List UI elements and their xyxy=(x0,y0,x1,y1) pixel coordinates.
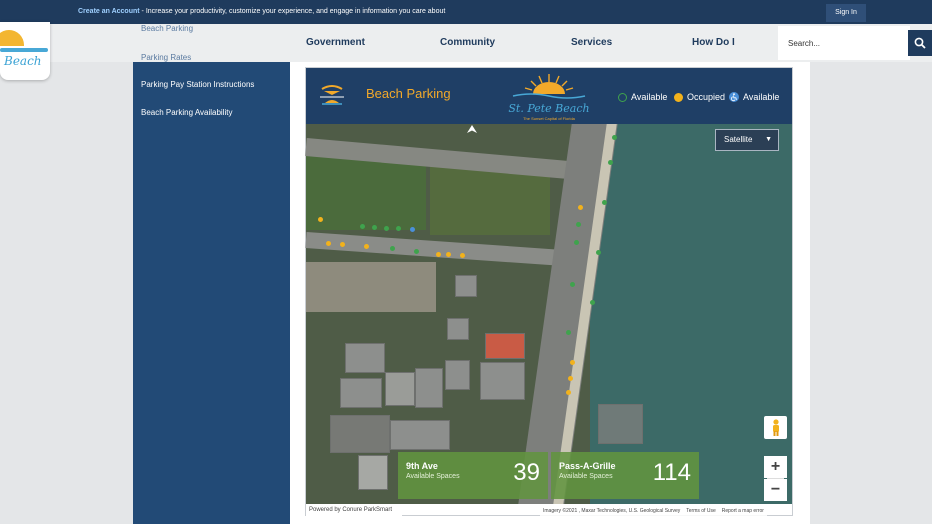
parking-spot[interactable] xyxy=(596,250,601,255)
parking-spot[interactable] xyxy=(364,244,369,249)
search-input[interactable] xyxy=(778,26,898,60)
nav-community[interactable]: Community xyxy=(440,24,495,62)
sidebar-overlay: Beach Parking Parking Rates Parking Pay … xyxy=(133,24,290,524)
parking-spot[interactable] xyxy=(574,240,579,245)
count-card-9th-ave[interactable]: 9th Ave Available Spaces 39 xyxy=(398,452,548,499)
map-building xyxy=(445,360,470,390)
pegman-icon xyxy=(772,418,779,436)
map-building xyxy=(340,378,382,408)
parking-spot[interactable] xyxy=(396,226,401,231)
right-gutter xyxy=(810,62,932,524)
map-building xyxy=(415,368,443,408)
nav-services[interactable]: Services xyxy=(571,24,612,62)
parking-spot[interactable] xyxy=(446,252,451,257)
street-view-pegman[interactable] xyxy=(764,416,787,439)
parking-spot[interactable] xyxy=(436,252,441,257)
map-parking-lot xyxy=(306,262,436,312)
map-building xyxy=(447,318,469,340)
logo-text: Beach xyxy=(4,54,42,68)
parking-spot[interactable] xyxy=(568,376,573,381)
legend-occupied: Occupied xyxy=(674,92,725,102)
site-logo[interactable]: Beach xyxy=(0,22,50,80)
parking-spot[interactable] xyxy=(570,360,575,365)
parking-spot[interactable] xyxy=(390,246,395,251)
wave-icon xyxy=(0,48,48,52)
parking-spot[interactable] xyxy=(318,217,323,222)
parking-spot[interactable] xyxy=(566,330,571,335)
map-attribution: Imagery ©2021 , Maxar Technologies, U.S.… xyxy=(540,507,767,516)
imagery-credit: Imagery ©2021 , Maxar Technologies, U.S.… xyxy=(543,508,681,514)
map-building xyxy=(390,420,450,450)
parking-spot[interactable] xyxy=(576,222,581,227)
map-type-label: Satellite xyxy=(724,135,753,144)
parking-spot[interactable] xyxy=(460,253,465,258)
parking-spot[interactable] xyxy=(602,200,607,205)
sidebar-item-pay-station[interactable]: Parking Pay Station Instructions xyxy=(141,80,254,89)
sidebar-item-parking-availability[interactable]: Beach Parking Availability xyxy=(141,108,232,117)
map-building xyxy=(480,362,525,400)
map-pier xyxy=(598,404,643,444)
terms-link[interactable]: Terms of Use xyxy=(686,507,715,516)
wheelchair-icon xyxy=(729,92,739,102)
parking-spot[interactable] xyxy=(340,242,345,247)
brand-text: St. Pete Beach xyxy=(508,102,590,115)
widget-badge-icon xyxy=(312,73,356,117)
parking-spot[interactable] xyxy=(590,300,595,305)
create-account-link[interactable]: Create an Account xyxy=(78,8,140,15)
available-dot-icon xyxy=(618,92,627,102)
map-building xyxy=(485,333,525,359)
sun-icon xyxy=(0,30,24,46)
map-building xyxy=(330,415,390,453)
legend-occupied-label: Occupied xyxy=(687,92,726,102)
map-building xyxy=(358,455,388,490)
map-type-select[interactable]: Satellite ▼ xyxy=(715,129,779,151)
parking-spot[interactable] xyxy=(372,225,377,230)
widget-title: Beach Parking xyxy=(366,86,451,101)
chevron-down-icon: ▼ xyxy=(765,136,772,143)
top-message-text: - Increase your productivity, customize … xyxy=(139,8,446,15)
search-box xyxy=(778,26,910,60)
parking-spot[interactable] xyxy=(608,160,613,165)
count-card-name: Pass-A-Grille xyxy=(559,461,616,471)
parking-spot[interactable] xyxy=(566,390,571,395)
parking-spot[interactable] xyxy=(384,226,389,231)
count-card-sub: Available Spaces xyxy=(406,473,460,480)
map-water xyxy=(590,124,792,504)
nav-government[interactable]: Government xyxy=(306,24,365,62)
count-card-value: 39 xyxy=(513,459,540,486)
sidebar-item-ghost-1[interactable]: Beach Parking xyxy=(141,24,193,33)
count-card-name: 9th Ave xyxy=(406,461,438,471)
legend-available: Available xyxy=(618,92,667,102)
sign-in-button[interactable]: Sign In xyxy=(826,4,866,22)
parking-spot[interactable] xyxy=(414,249,419,254)
parking-spot[interactable] xyxy=(612,135,617,140)
parking-spot[interactable] xyxy=(326,241,331,246)
top-bar: Create an Account - Increase your produc… xyxy=(0,0,932,24)
count-card-value: 114 xyxy=(652,459,691,486)
location-marker-icon xyxy=(467,125,477,133)
brand-tagline: The Sunset Capital of Florida xyxy=(523,116,575,121)
top-message: Create an Account - Increase your produc… xyxy=(78,0,445,24)
map-building xyxy=(345,343,385,373)
sidebar-item-ghost-2[interactable]: Parking Rates xyxy=(141,53,191,62)
legend-accessible-label: Available xyxy=(743,92,780,102)
legend-available-label: Available xyxy=(631,92,668,102)
parking-spot[interactable] xyxy=(570,282,575,287)
count-card-sub: Available Spaces xyxy=(559,473,613,480)
zoom-out-button[interactable]: − xyxy=(764,479,787,501)
map-building xyxy=(455,275,477,297)
count-card-pass-a-grille[interactable]: Pass-A-Grille Available Spaces 114 xyxy=(551,452,699,499)
parking-spot[interactable] xyxy=(578,205,583,210)
search-button[interactable] xyxy=(908,30,932,56)
map-building xyxy=(385,372,415,406)
occupied-dot-icon xyxy=(674,92,683,102)
legend-accessible: Available xyxy=(729,92,779,102)
zoom-in-button[interactable]: + xyxy=(764,456,787,478)
parking-spot[interactable] xyxy=(410,227,415,232)
report-error-link[interactable]: Report a map error xyxy=(722,507,764,516)
nav-how-do-i[interactable]: How Do I xyxy=(692,24,735,62)
search-icon xyxy=(914,37,926,49)
parking-spot[interactable] xyxy=(360,224,365,229)
powered-by[interactable]: Powered by Conure ParkSmart xyxy=(306,504,402,516)
